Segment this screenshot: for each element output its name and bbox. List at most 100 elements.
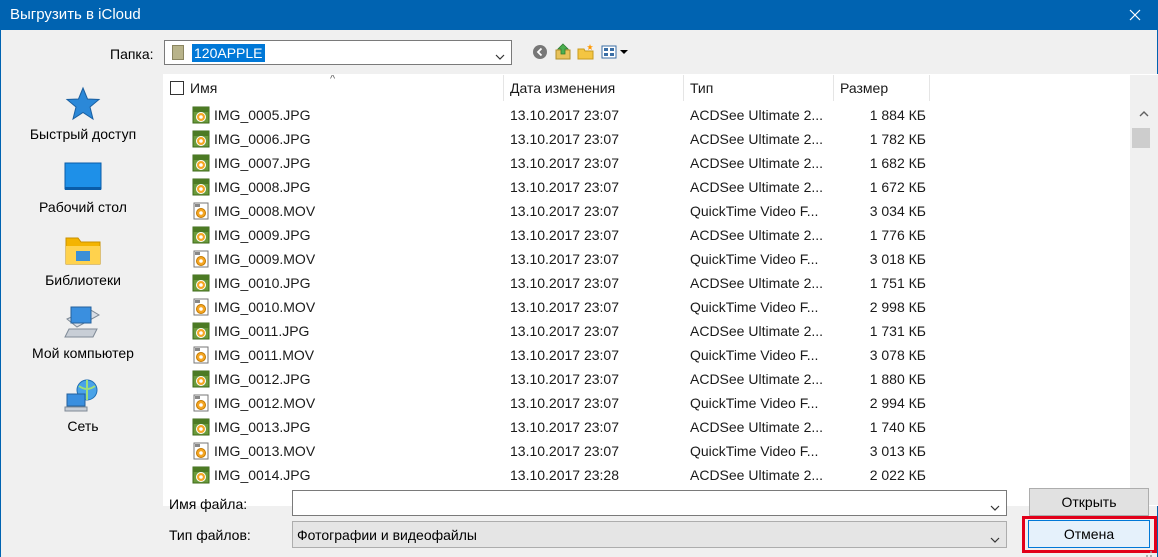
file-date: 13.10.2017 23:07	[510, 203, 619, 219]
file-type: ACDSee Ultimate 2...	[690, 155, 824, 171]
file-name: IMG_0008.JPG	[214, 179, 311, 195]
file-size: 1 672 КБ	[869, 179, 926, 195]
open-button[interactable]: Открыть	[1029, 488, 1149, 516]
file-row[interactable]: IMG_0008.MOV 13.10.2017 23:07 QuickTime Vi…	[164, 199, 1130, 223]
file-type: ACDSee Ultimate 2...	[690, 371, 824, 387]
file-row[interactable]: IMG_0012.MOV 13.10.2017 23:07 QuickTime Vi…	[164, 391, 1130, 415]
file-name: IMG_0007.JPG	[214, 155, 311, 171]
file-size: 3 018 КБ	[869, 251, 926, 267]
file-size: 3 034 КБ	[869, 203, 926, 219]
column-divider[interactable]	[929, 75, 930, 101]
file-name: IMG_0012.MOV	[214, 395, 316, 411]
column-header-size[interactable]: Размер	[834, 75, 930, 101]
file-row[interactable]: IMG_0010.JPG 13.10.2017 23:07 ACDSee Ultim…	[164, 271, 1130, 295]
place-network[interactable]: Сеть	[15, 378, 155, 448]
up-folder-icon[interactable]	[553, 42, 573, 62]
folder-combo[interactable]: 120APPLE	[164, 40, 512, 65]
view-menu-icon[interactable]	[600, 42, 630, 62]
file-list[interactable]: ^ Имя Дата изменения Тип Размер IMG_0005…	[163, 74, 1158, 506]
file-date: 13.10.2017 23:07	[510, 323, 619, 339]
file-date: 13.10.2017 23:07	[510, 179, 619, 195]
file-size: 3 078 КБ	[869, 347, 926, 363]
file-dialog: Папка: 120APPLE Быстрый доступ Рабочий с…	[0, 30, 1158, 557]
file-size: 1 880 КБ	[869, 371, 926, 387]
resize-grip-icon[interactable]	[1143, 545, 1153, 557]
file-date: 13.10.2017 23:28	[510, 467, 619, 483]
file-type: QuickTime Video F...	[690, 251, 819, 267]
scrollbar-thumb[interactable]	[1132, 128, 1150, 148]
file-name: IMG_0014.JPG	[214, 467, 311, 483]
file-date: 13.10.2017 23:07	[510, 371, 619, 387]
star-icon	[63, 86, 103, 122]
file-date: 13.10.2017 23:07	[510, 131, 619, 147]
file-row[interactable]: IMG_0008.JPG 13.10.2017 23:07 ACDSee Ultim…	[164, 175, 1130, 199]
file-name: IMG_0012.JPG	[214, 371, 311, 387]
folder-icon	[172, 45, 184, 60]
file-name: IMG_0013.MOV	[214, 443, 316, 459]
file-size: 2 998 КБ	[869, 299, 926, 315]
file-type: ACDSee Ultimate 2...	[690, 179, 824, 195]
file-row[interactable]: IMG_0009.MOV 13.10.2017 23:07 QuickTime Vi…	[164, 247, 1130, 271]
file-type-select[interactable]: Фотографии и видеофайлы	[292, 521, 1007, 548]
vertical-scrollbar[interactable]	[1130, 75, 1158, 505]
video-file-icon	[192, 442, 210, 460]
back-icon[interactable]	[531, 42, 549, 62]
file-type: ACDSee Ultimate 2...	[690, 227, 824, 243]
image-file-icon	[192, 154, 210, 172]
file-row[interactable]: IMG_0010.MOV 13.10.2017 23:07 QuickTime Vi…	[164, 295, 1130, 319]
video-file-icon	[192, 202, 210, 220]
file-type: QuickTime Video F...	[690, 347, 819, 363]
file-size: 1 782 КБ	[869, 131, 926, 147]
file-date: 13.10.2017 23:07	[510, 419, 619, 435]
place-libraries[interactable]: Библиотеки	[15, 232, 155, 302]
chevron-down-icon[interactable]	[495, 48, 505, 64]
place-computer[interactable]: Мой компьютер	[15, 305, 155, 375]
file-name: IMG_0010.MOV	[214, 299, 316, 315]
select-all-checkbox[interactable]	[170, 81, 184, 95]
file-name: IMG_0009.JPG	[214, 227, 311, 243]
file-size: 1 776 КБ	[869, 227, 926, 243]
file-type-label: Тип файлов:	[169, 527, 251, 543]
file-name: IMG_0005.JPG	[214, 107, 311, 123]
file-name-input[interactable]	[292, 490, 1007, 516]
file-row[interactable]: IMG_0014.JPG 13.10.2017 23:28 ACDSee Ultim…	[164, 463, 1130, 487]
image-file-icon	[192, 370, 210, 388]
file-date: 13.10.2017 23:07	[510, 251, 619, 267]
file-size: 1 751 КБ	[869, 275, 926, 291]
column-header-date[interactable]: Дата изменения	[504, 75, 684, 101]
file-row[interactable]: IMG_0013.MOV 13.10.2017 23:07 QuickTime Vi…	[164, 439, 1130, 463]
place-quick-access[interactable]: Быстрый доступ	[15, 86, 155, 156]
file-row[interactable]: IMG_0012.JPG 13.10.2017 23:07 ACDSee Ultim…	[164, 367, 1130, 391]
window-title: Выгрузить в iCloud	[10, 6, 141, 23]
scroll-up-icon[interactable]	[1130, 103, 1158, 123]
file-type: QuickTime Video F...	[690, 299, 819, 315]
file-type-value: Фотографии и видеофайлы	[297, 527, 477, 543]
file-size: 1 884 КБ	[869, 107, 926, 123]
chevron-down-icon[interactable]	[990, 499, 1000, 515]
column-header-type[interactable]: Тип	[684, 75, 834, 101]
place-label: Сеть	[67, 418, 99, 434]
file-size: 1 740 КБ	[869, 419, 926, 435]
file-row[interactable]: IMG_0011.MOV 13.10.2017 23:07 QuickTime Vi…	[164, 343, 1130, 367]
file-date: 13.10.2017 23:07	[510, 395, 619, 411]
file-row[interactable]: IMG_0006.JPG 13.10.2017 23:07 ACDSee Ultim…	[164, 127, 1130, 151]
video-file-icon	[192, 394, 210, 412]
file-date: 13.10.2017 23:07	[510, 155, 619, 171]
new-folder-icon[interactable]	[576, 42, 596, 62]
file-row[interactable]: IMG_0007.JPG 13.10.2017 23:07 ACDSee Ultim…	[164, 151, 1130, 175]
file-row[interactable]: IMG_0009.JPG 13.10.2017 23:07 ACDSee Ultim…	[164, 223, 1130, 247]
place-desktop[interactable]: Рабочий стол	[15, 159, 155, 229]
file-row[interactable]: IMG_0013.JPG 13.10.2017 23:07 ACDSee Ultim…	[164, 415, 1130, 439]
file-row[interactable]: IMG_0005.JPG 13.10.2017 23:07 ACDSee Ultim…	[164, 103, 1130, 127]
file-row[interactable]: IMG_0011.JPG 13.10.2017 23:07 ACDSee Ultim…	[164, 319, 1130, 343]
image-file-icon	[192, 418, 210, 436]
file-type: ACDSee Ultimate 2...	[690, 275, 824, 291]
file-name: IMG_0008.MOV	[214, 203, 316, 219]
list-header: ^ Имя Дата изменения Тип Размер	[164, 75, 1130, 101]
chevron-down-icon[interactable]	[990, 531, 1000, 547]
close-icon[interactable]	[1112, 0, 1158, 30]
file-type: ACDSee Ultimate 2...	[690, 131, 824, 147]
cancel-button[interactable]: Отмена	[1028, 520, 1150, 548]
column-header-name[interactable]: Имя	[184, 75, 502, 101]
file-type: ACDSee Ultimate 2...	[690, 107, 824, 123]
